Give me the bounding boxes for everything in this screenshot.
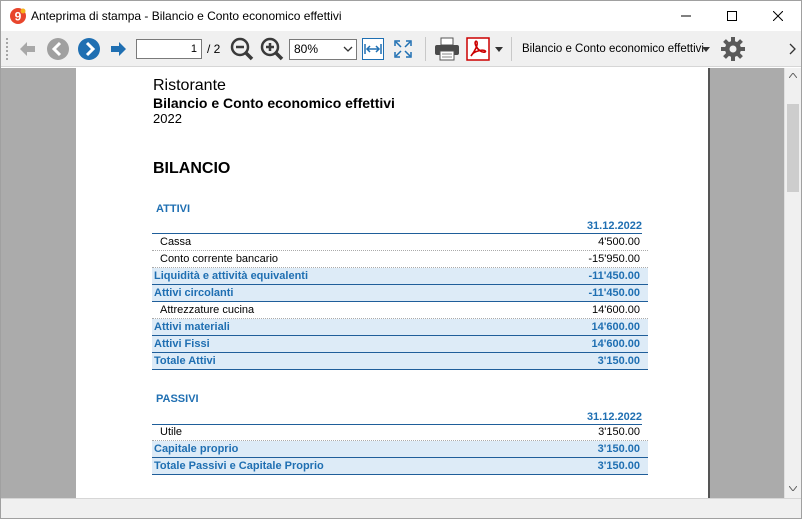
table-total-row: Liquidità e attività equivalenti -11'450.…: [152, 268, 648, 285]
toolbar: 1 / 2 80% Bilancio e Conto economico eff…: [1, 31, 801, 67]
row-value: 14'600.00: [591, 338, 641, 350]
zoom-out-icon: [230, 37, 254, 61]
chevron-right-icon: [789, 43, 796, 55]
pdf-icon: [466, 37, 490, 61]
fit-page-icon: [394, 40, 412, 58]
row-value: 4'500.00: [598, 236, 640, 248]
row-label: Liquidità e attività equivalenti: [154, 270, 309, 282]
minimize-button[interactable]: [663, 1, 709, 31]
scrollbar-thumb[interactable]: [787, 104, 799, 192]
chevron-down-icon: [343, 46, 353, 52]
row-label: Attivi Fissi: [154, 338, 210, 350]
export-pdf-button[interactable]: [465, 37, 491, 61]
print-icon: [435, 37, 459, 61]
status-bar: [1, 498, 801, 518]
table-row: Cassa 4'500.00: [152, 234, 648, 251]
row-label: Totale Attivi: [154, 355, 216, 367]
next-page-button[interactable]: [76, 37, 102, 61]
page-number-input[interactable]: 1: [136, 39, 202, 59]
scroll-up-icon[interactable]: [789, 73, 797, 78]
last-page-button[interactable]: [107, 37, 131, 61]
preview-viewport[interactable]: Ristorante Bilancio e Conto economico ef…: [1, 68, 784, 498]
close-icon: [773, 11, 783, 21]
date-column-header: 31.12.2022: [152, 409, 642, 425]
date-column-header: 31.12.2022: [152, 218, 642, 234]
close-button[interactable]: [755, 1, 801, 31]
row-label: Attivi materiali: [154, 321, 230, 333]
table-total-row: Attivi Fissi 14'600.00: [152, 336, 648, 353]
report-page: Ristorante Bilancio e Conto economico ef…: [76, 68, 710, 498]
row-value: 14'600.00: [591, 321, 641, 333]
toolbar-separator: [425, 37, 426, 61]
row-value: -11'450.00: [588, 287, 640, 299]
toolbar-separator: [511, 37, 512, 61]
report-selector-label: Bilancio e Conto economico effettivi: [522, 43, 704, 55]
title-bar: 9 Anteprima di stampa - Bilancio e Conto…: [1, 1, 801, 31]
fit-width-button[interactable]: [362, 38, 384, 60]
settings-button[interactable]: [719, 36, 747, 62]
table-row: Attrezzature cucina 14'600.00: [152, 302, 648, 319]
row-value: 3'150.00: [597, 443, 640, 455]
row-value: -15'950.00: [588, 253, 640, 265]
row-label: Attrezzature cucina: [160, 304, 255, 316]
report-selector[interactable]: Bilancio e Conto economico effettivi: [518, 39, 713, 60]
row-value: 3'150.00: [597, 460, 640, 472]
zoom-select[interactable]: 80%: [289, 39, 357, 60]
vertical-scrollbar[interactable]: [784, 68, 801, 498]
table-row: Utile 3'150.00: [152, 424, 648, 441]
row-value: -11'450.00: [588, 270, 640, 282]
window-title: Anteprima di stampa - Bilancio e Conto e…: [31, 9, 342, 23]
report-year: 2022: [153, 111, 182, 126]
maximize-icon: [727, 11, 737, 21]
maximize-button[interactable]: [709, 1, 755, 31]
zoom-value: 80%: [294, 42, 319, 56]
app-logo-icon: 9: [10, 8, 26, 24]
zoom-in-button[interactable]: [260, 37, 284, 61]
group-heading-attivi: ATTIVI: [156, 203, 191, 215]
print-button[interactable]: [433, 36, 461, 62]
prev-page-button[interactable]: [45, 37, 71, 61]
dropdown-icon: [495, 46, 503, 52]
minimize-icon: [681, 15, 691, 17]
last-page-icon: [111, 42, 126, 56]
zoom-in-icon: [260, 37, 284, 61]
row-label: Attivi circolanti: [154, 287, 234, 299]
row-label: Utile: [160, 426, 183, 438]
table-row: Conto corrente bancario -15'950.00: [152, 251, 648, 268]
table-total-row: Capitale proprio 3'150.00: [152, 441, 648, 458]
table-total-row: Totale Passivi e Capitale Proprio 3'150.0…: [152, 458, 648, 475]
row-value: 3'150.00: [598, 426, 640, 438]
row-label: Conto corrente bancario: [160, 253, 279, 265]
gear-icon: [721, 37, 745, 61]
fit-width-icon: [364, 44, 382, 54]
scroll-down-icon[interactable]: [789, 486, 797, 491]
first-page-button[interactable]: [15, 37, 39, 61]
page-total-label: / 2: [207, 42, 221, 56]
fit-page-button[interactable]: [392, 38, 414, 60]
print-preview-window: 9 Anteprima di stampa - Bilancio e Conto…: [0, 0, 802, 519]
table-total-row: Totale Attivi 3'150.00: [152, 353, 648, 370]
prev-page-icon: [47, 38, 69, 60]
section-title: BILANCIO: [153, 160, 231, 177]
row-value: 3'150.00: [597, 355, 640, 367]
table-total-row: Attivi materiali 14'600.00: [152, 319, 648, 336]
toolbar-overflow-button[interactable]: [787, 41, 799, 57]
row-label: Totale Passivi e Capitale Proprio: [154, 460, 324, 472]
export-dropdown-button[interactable]: [493, 43, 505, 55]
report-title: Bilancio e Conto economico effettivi: [153, 95, 395, 111]
chevron-down-icon: [702, 47, 710, 52]
report-company: Ristorante: [153, 77, 226, 94]
zoom-out-button[interactable]: [230, 37, 254, 61]
table-total-row: Attivi circolanti -11'450.00: [152, 285, 648, 302]
row-label: Capitale proprio: [154, 443, 239, 455]
group-heading-passivi: PASSIVI: [156, 393, 199, 405]
row-value: 14'600.00: [592, 304, 640, 316]
first-page-icon: [20, 42, 35, 56]
next-page-icon: [78, 38, 100, 60]
toolbar-grip[interactable]: [5, 37, 9, 61]
row-label: Cassa: [160, 236, 192, 248]
